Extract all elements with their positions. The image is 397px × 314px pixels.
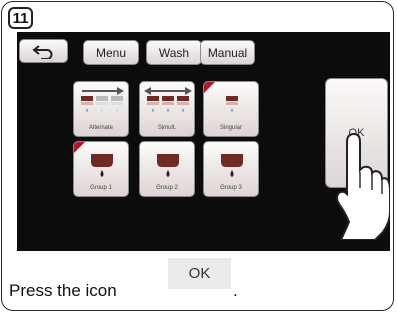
mode-label: Simult. xyxy=(157,125,177,131)
menu-button[interactable]: Menu xyxy=(83,40,139,65)
group-1-button[interactable]: Group 1 xyxy=(73,141,129,197)
instruction-text: Press the icon xyxy=(9,281,117,300)
nozzle-icon xyxy=(221,154,243,177)
group-label: Group 2 xyxy=(156,185,178,191)
singular-mode-icon xyxy=(226,96,238,112)
hand-pointer-icon xyxy=(336,132,390,240)
device-screen: Menu Wash Manual Alternate Simult. Singu… xyxy=(17,32,390,251)
nozzle-icon xyxy=(91,154,113,177)
instruction-end: . xyxy=(233,281,238,300)
group-2-button[interactable]: Group 2 xyxy=(139,141,195,197)
ok-icon-illustration: OK xyxy=(168,258,231,289)
simult-mode-icon xyxy=(144,87,192,112)
back-arrow-icon xyxy=(31,44,52,59)
back-button[interactable] xyxy=(19,39,68,63)
mode-alternate-button[interactable]: Alternate xyxy=(73,81,129,137)
alternate-mode-icon xyxy=(81,87,124,112)
group-label: Group 3 xyxy=(220,185,242,191)
mode-simult-button[interactable]: Simult. xyxy=(139,81,195,137)
mode-label: Alternate xyxy=(88,125,113,131)
group-label: Group 1 xyxy=(90,185,112,191)
mode-singular-button[interactable]: Singular xyxy=(203,81,259,137)
group-3-button[interactable]: Group 3 xyxy=(203,141,259,197)
wash-button[interactable]: Wash xyxy=(146,40,202,65)
mode-label: Singular xyxy=(219,125,242,131)
instruction-panel: 11 Menu Wash Manual Alternate Simult. Si… xyxy=(1,1,394,311)
nozzle-icon xyxy=(157,154,179,177)
step-number-badge: 11 xyxy=(8,7,33,29)
manual-button[interactable]: Manual xyxy=(200,40,255,65)
